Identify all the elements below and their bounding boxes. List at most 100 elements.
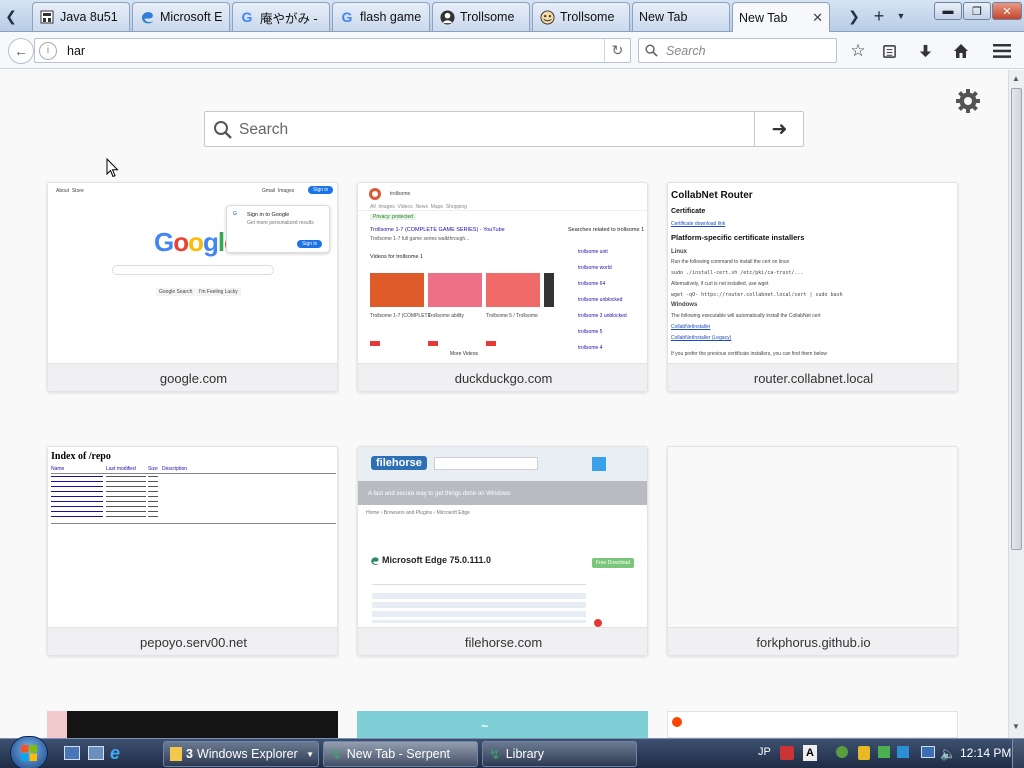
tab-yagami[interactable]: G 庵やがみ -: [232, 2, 330, 31]
restore-window-icon[interactable]: ❐: [963, 2, 991, 20]
tab-trollsome-1[interactable]: Trollsome: [432, 2, 530, 31]
search-icon: [645, 44, 658, 57]
switch-windows-icon[interactable]: [88, 746, 104, 760]
tile-thumbnail: CollabNet Router Certificate Certificate…: [668, 183, 957, 363]
windows-taskbar: e 3 Windows Explorer ▼ ↯ New Tab - Serpe…: [0, 736, 1024, 768]
search-submit-arrow-icon[interactable]: ➜: [754, 112, 804, 146]
trollface-icon: [539, 9, 555, 25]
vertical-scrollbar[interactable]: ▲ ▼: [1008, 70, 1024, 738]
tile-label: google.com: [48, 363, 337, 391]
back-button[interactable]: ←: [8, 38, 34, 64]
tab-java[interactable]: Java 8u51: [32, 2, 130, 31]
reddit-logo-icon: [672, 717, 682, 727]
task-label: Library: [505, 747, 544, 761]
ime-icon[interactable]: [780, 746, 794, 760]
newtab-search-box[interactable]: Search ➜: [204, 111, 804, 147]
top-site-tile-partial[interactable]: [47, 711, 338, 738]
tile-thumbnail: [668, 447, 957, 627]
top-site-tile-filehorse[interactable]: filehorse A fast and secure way to get t…: [357, 446, 648, 656]
back-arrow-icon: ←: [14, 43, 28, 59]
show-desktop-icon[interactable]: [64, 746, 80, 760]
bookmark-star-icon[interactable]: ☆: [847, 40, 869, 62]
top-site-tile-duckduckgo[interactable]: trollsome All Images Videos News Maps Sh…: [357, 182, 648, 392]
tile-logo: ~: [481, 719, 489, 733]
tabs-scroll-left-icon[interactable]: ❮: [2, 4, 20, 28]
tile-thumbnail: About Store Gmail Images Sign in Google …: [48, 183, 337, 363]
tile-thumbnail: Index of /repo Name Last modified Size D…: [48, 447, 337, 627]
internet-explorer-icon[interactable]: e: [110, 743, 120, 764]
serpent-browser-icon: ↯: [330, 745, 342, 762]
start-button[interactable]: [10, 736, 48, 768]
language-indicator[interactable]: JP: [758, 746, 771, 758]
tab-microsoft-edge[interactable]: Microsoft E: [132, 2, 230, 31]
tab-new-tab-active[interactable]: New Tab ✕: [732, 2, 830, 32]
ime-mode-icon[interactable]: A: [803, 745, 817, 761]
google-sign-in-button: Sign in: [308, 186, 334, 194]
tab-title: Microsoft E: [160, 10, 223, 24]
google-icon: G: [341, 9, 353, 25]
task-library[interactable]: ↯ Library: [482, 741, 637, 767]
close-tab-icon[interactable]: ✕: [806, 10, 823, 26]
tab-title: flash game: [360, 10, 422, 24]
show-desktop-button[interactable]: [1012, 739, 1024, 768]
site-info-icon[interactable]: i: [39, 41, 57, 60]
top-site-tile-google[interactable]: About Store Gmail Images Sign in Google …: [47, 182, 338, 392]
close-window-icon[interactable]: ✕: [992, 2, 1022, 20]
shield-icon[interactable]: [858, 746, 870, 760]
tab-new-tab-1[interactable]: New Tab: [632, 2, 730, 31]
task-label: Windows Explorer: [196, 747, 298, 761]
top-site-tile-forkphorus[interactable]: forkphorus.github.io: [667, 446, 958, 656]
tab-title: Java 8u51: [60, 10, 118, 24]
list-all-tabs-icon[interactable]: ▼: [894, 4, 908, 28]
top-site-tile-pepoyo[interactable]: Index of /repo Name Last modified Size D…: [47, 446, 338, 656]
network-icon[interactable]: [921, 746, 935, 758]
tab-trollsome-2[interactable]: Trollsome: [532, 2, 630, 31]
scroll-down-arrow-icon[interactable]: ▼: [1012, 722, 1021, 731]
newtab-search-placeholder: Search: [239, 121, 289, 138]
tile-label: duckduckgo.com: [358, 363, 647, 391]
tab-title: New Tab: [739, 10, 788, 25]
home-icon[interactable]: [950, 40, 972, 62]
tray-app-icon[interactable]: [878, 746, 890, 758]
settings-gear-icon[interactable]: [954, 87, 982, 115]
hamburger-menu-icon[interactable]: [991, 40, 1013, 62]
tab-title: 庵やがみ -: [260, 11, 318, 26]
google-icon: G: [241, 9, 253, 25]
task-windows-explorer[interactable]: 3 Windows Explorer ▼: [163, 741, 319, 767]
bookmarks-menu-icon[interactable]: [878, 40, 900, 62]
tab-title: New Tab: [639, 10, 688, 24]
top-site-tile-partial[interactable]: [667, 711, 958, 738]
tab-flash-game[interactable]: G flash game: [332, 2, 430, 31]
tray-app-icon[interactable]: [836, 746, 848, 758]
url-bar[interactable]: i har ↻: [34, 38, 631, 63]
windows-logo-icon: [21, 745, 37, 761]
document-icon: [39, 9, 55, 25]
top-site-tile-router-collabnet[interactable]: CollabNet Router Certificate Certificate…: [667, 182, 958, 392]
tile-label: pepoyo.serv00.net: [48, 627, 337, 655]
tile-label: filehorse.com: [358, 627, 647, 655]
serpent-browser-icon: ↯: [489, 745, 501, 762]
search-bar[interactable]: Search: [638, 38, 837, 63]
tray-app-icon[interactable]: [897, 746, 909, 758]
task-label: New Tab - Serpent: [346, 747, 451, 761]
reload-icon[interactable]: ↻: [604, 39, 630, 62]
tab-title: Trollsome: [460, 10, 515, 24]
minimize-window-icon[interactable]: ▬: [934, 2, 962, 20]
task-new-tab-serpent[interactable]: ↯ New Tab - Serpent: [323, 741, 478, 767]
volume-muted-icon[interactable]: 🔈: [940, 746, 956, 762]
downloads-icon[interactable]: [914, 40, 936, 62]
new-tab-plus-icon[interactable]: +: [870, 4, 888, 28]
tabs-scroll-right-icon[interactable]: ❯: [846, 4, 862, 28]
mouse-cursor-icon: [106, 158, 119, 178]
edge-icon: [139, 9, 155, 25]
scroll-up-arrow-icon[interactable]: ▲: [1012, 74, 1021, 83]
google-search-field: [112, 265, 274, 275]
task-expand-icon: ▼: [306, 749, 314, 759]
top-site-tile-partial[interactable]: ~: [357, 711, 648, 738]
clock[interactable]: 12:14 PM: [960, 746, 1011, 760]
scroll-thumb[interactable]: [1011, 88, 1022, 550]
url-input[interactable]: har: [67, 44, 85, 58]
tab-strip: ❮ Java 8u51 Microsoft E G 庵やがみ - G flash…: [0, 0, 1024, 32]
avatar-icon: [439, 9, 455, 25]
filehorse-logo: filehorse: [371, 456, 427, 470]
